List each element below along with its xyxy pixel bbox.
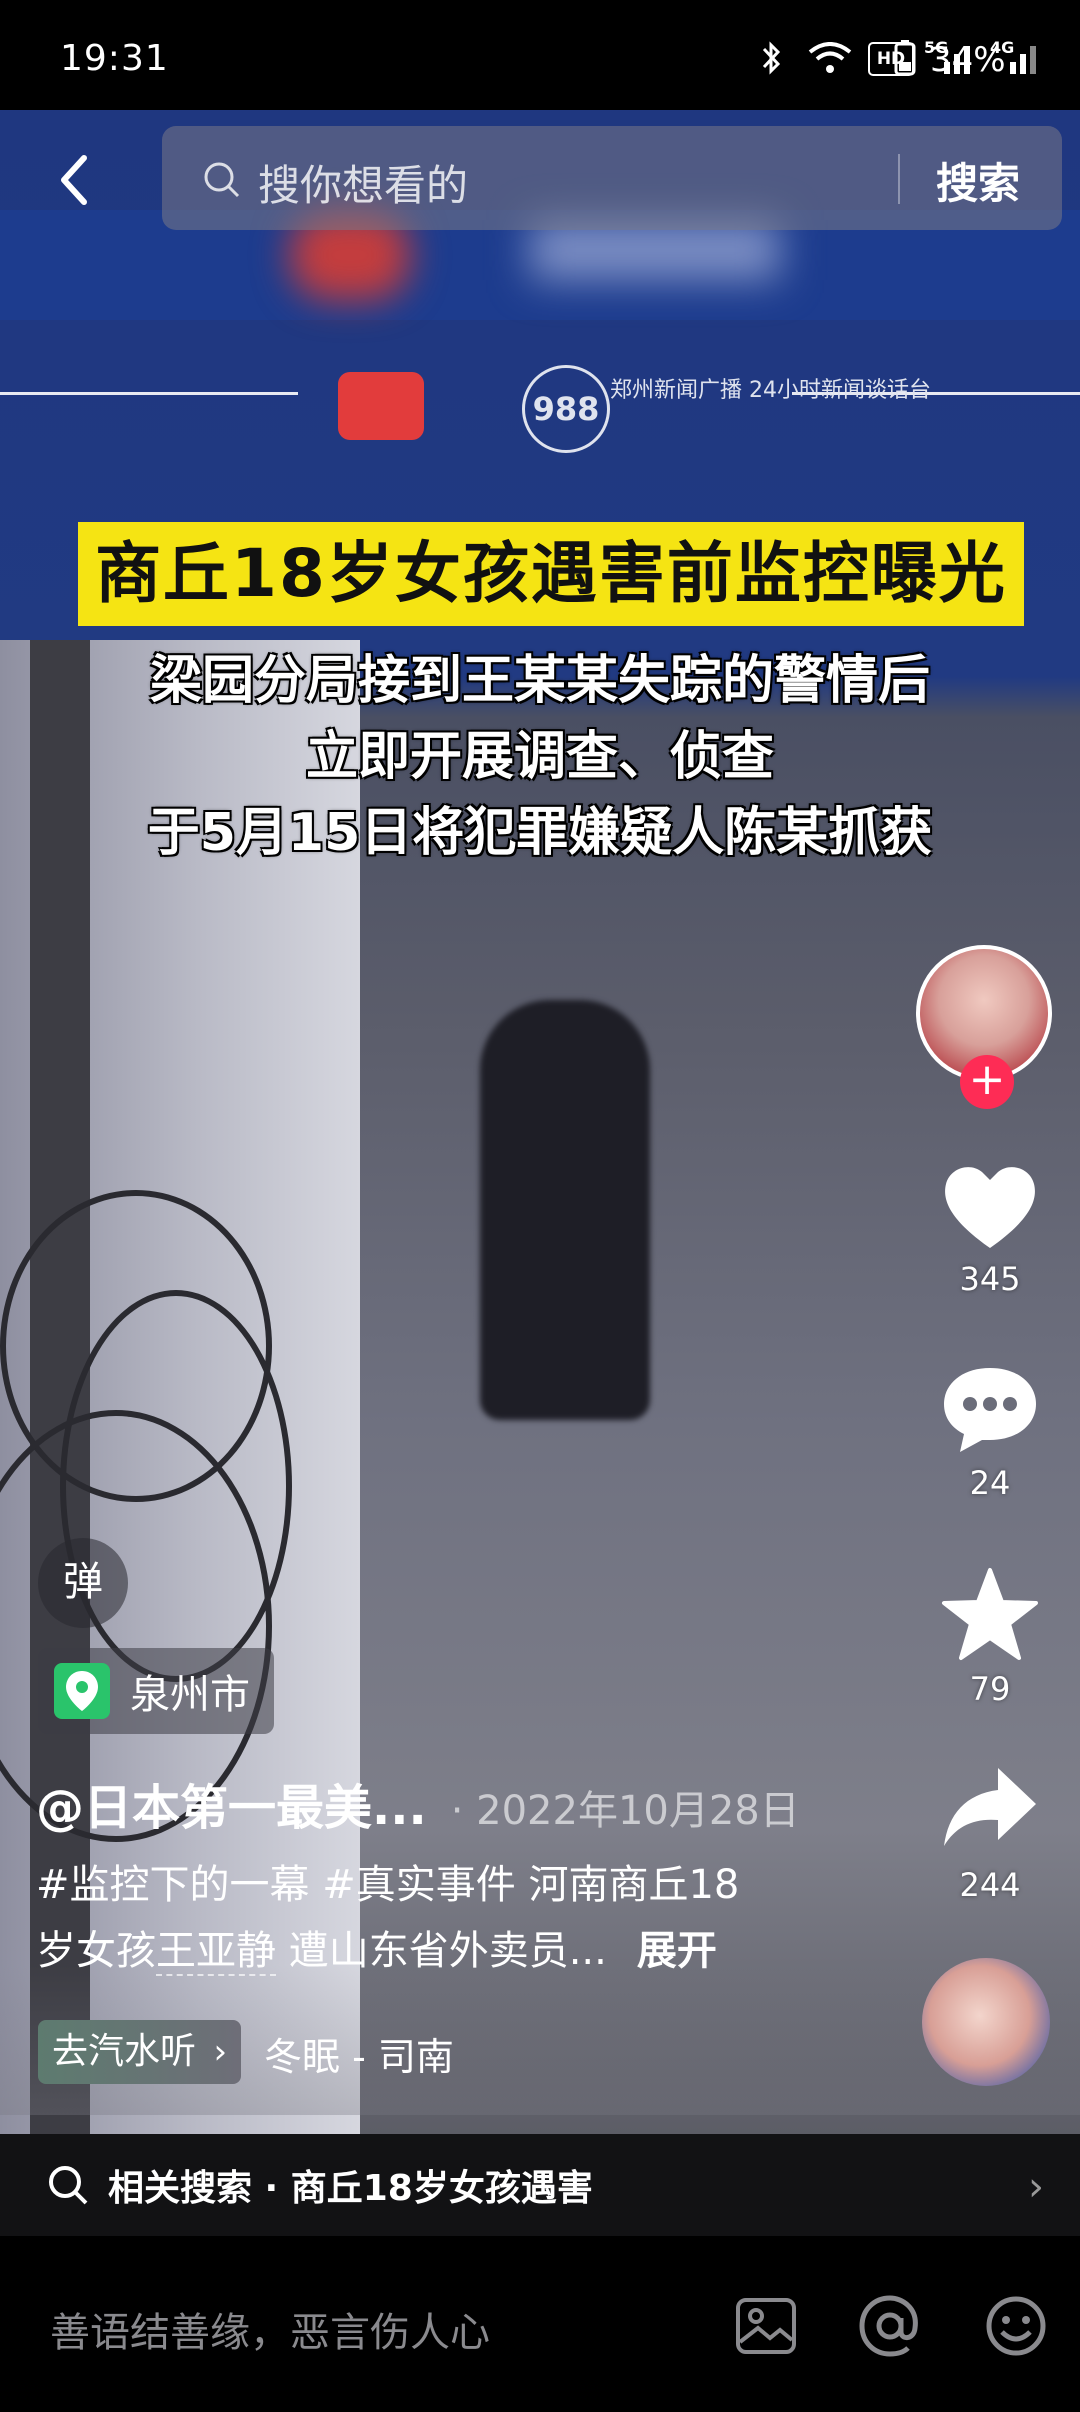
chevron-right-icon: › (213, 2032, 228, 2072)
author-name[interactable]: @日本第一最美... (36, 1768, 427, 1838)
like-count: 345 (959, 1260, 1021, 1298)
location-tag[interactable]: 泉州市 (38, 1648, 274, 1734)
music-app-button[interactable]: 去汽水听 › (38, 2020, 242, 2084)
share-button[interactable]: 244 (930, 1762, 1050, 1904)
video-caption: 梁园分局接到王某某失踪的警情后 (149, 651, 930, 711)
music-app-label: 去汽水听 (52, 2031, 197, 2072)
video-headline: 商丘18岁女孩遇害前监控曝光 (78, 522, 1024, 626)
station-logo: 988 (522, 365, 610, 453)
status-bar: 19:31 HD 5G 4G 34% (0, 0, 1080, 110)
search-icon (204, 162, 240, 198)
post-date: · 2022年10月28日 (450, 1788, 800, 1834)
chevron-right-icon: › (1028, 2164, 1044, 2210)
location-pin-icon (54, 1663, 110, 1719)
bluetooth-icon (762, 41, 781, 75)
status-icons: HD 5G 4G (620, 30, 1080, 80)
video-caption: 于5月15日将犯罪嫌疑人陈某抓获 (147, 803, 933, 863)
video-divider (0, 392, 298, 395)
share-icon (944, 1768, 1036, 1846)
description-line: #监控下的一幕 #真实事件 河南商丘18 (36, 1862, 740, 1908)
battery-icon (894, 40, 916, 76)
station-app-logo (338, 372, 424, 440)
search-divider (898, 154, 900, 204)
comment-icon (944, 1368, 1036, 1452)
battery-percent: 34% (930, 40, 1006, 80)
search-bar[interactable]: 搜你想看的 搜索 (162, 126, 1062, 230)
comment-input[interactable]: 善语结善缘，恶言伤人心 (50, 2300, 490, 2358)
wifi-icon (808, 42, 852, 73)
search-button[interactable]: 搜索 (936, 150, 1020, 211)
video-caption: 立即开展调查、侦查 (305, 727, 774, 787)
music-disc-avatar[interactable] (922, 1958, 1050, 2086)
search-input[interactable]: 搜你想看的 (258, 152, 468, 213)
at-icon[interactable] (858, 2294, 922, 2358)
location-label: 泉州市 (130, 1672, 250, 1718)
image-icon[interactable] (734, 2294, 798, 2358)
share-count: 244 (959, 1866, 1021, 1904)
like-button[interactable]: 345 (930, 1160, 1050, 1298)
scene-person (480, 1000, 650, 1420)
author-row: @日本第一最美... · 2022年10月28日 (36, 1768, 800, 1838)
related-search-text: 相关搜索 · 商丘18岁女孩遇害 (108, 2168, 593, 2209)
station-logo-text: 郑州新闻广播 24小时新闻谈话台 (610, 378, 931, 403)
star-icon (942, 1568, 1038, 1660)
back-icon[interactable] (54, 150, 94, 210)
status-time: 19:31 (60, 38, 169, 79)
music-name[interactable]: 冬眠 - 司南 (264, 2026, 454, 2081)
emoji-icon[interactable] (984, 2294, 1048, 2358)
danmu-toggle[interactable]: 弹 (38, 1538, 128, 1628)
comment-button[interactable]: 24 (930, 1362, 1050, 1502)
comment-bar[interactable]: 善语结善缘，恶言伤人心 (0, 2236, 1080, 2412)
heart-icon (945, 1167, 1035, 1248)
favorite-count: 79 (969, 1670, 1011, 1708)
follow-button[interactable]: + (960, 1055, 1014, 1109)
favorite-button[interactable]: 79 (930, 1566, 1050, 1708)
comment-count: 24 (969, 1464, 1011, 1502)
related-search-bar[interactable]: 相关搜索 · 商丘18岁女孩遇害 › (0, 2134, 1080, 2236)
search-icon (49, 2166, 88, 2205)
